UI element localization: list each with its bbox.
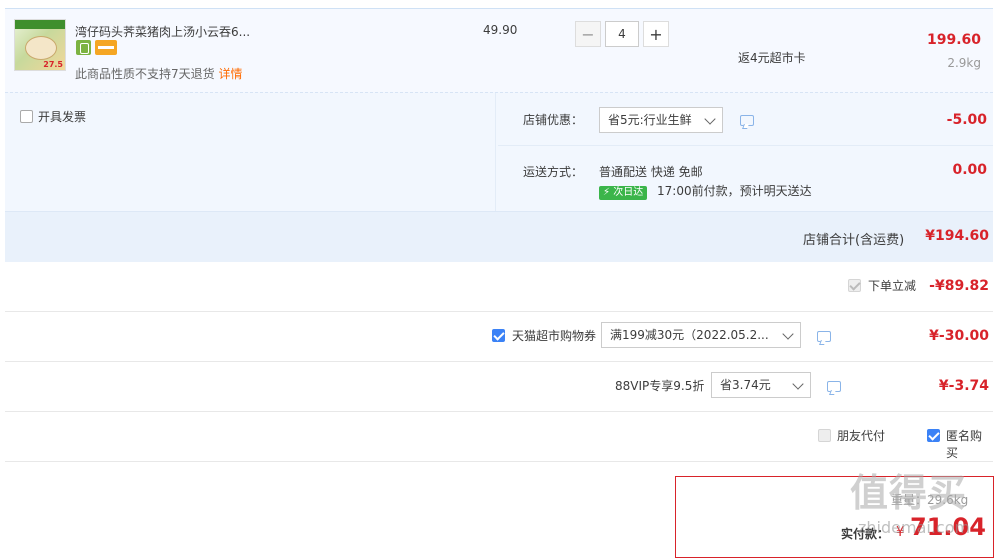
service-badge-icon <box>76 40 91 55</box>
payment-options-row: 朋友代付 匿名购买 <box>5 412 993 462</box>
next-day-badge-text: 次日达 <box>613 187 644 198</box>
item-weight: 2.9kg <box>947 56 981 70</box>
vip-value: 省3.74元 <box>720 378 771 392</box>
vip-select[interactable]: 省3.74元 <box>711 372 811 398</box>
instant-discount-row: 下单立减 -¥89.82 <box>5 262 993 312</box>
invoice-label: 开具发票 <box>38 110 87 124</box>
product-row: 27.5 湾仔码头荠菜猪肉上汤小云吞6... 此商品性质不支持7天退货 详情 4… <box>5 8 993 93</box>
coupon-label: 天猫超市购物券 <box>512 329 597 343</box>
instant-discount-checkbox <box>848 279 861 292</box>
instant-discount-label: 下单立减 <box>868 279 917 293</box>
quantity-increase-button[interactable]: + <box>643 21 669 47</box>
coupon-value: 满199减30元（2022.05.2... <box>610 328 769 342</box>
promo-text: 返4元超市卡 <box>738 51 806 65</box>
store-total-row: 店铺合计(含运费) ¥194.60 <box>5 211 993 262</box>
anonymous-checkbox[interactable] <box>927 429 940 442</box>
quantity-input[interactable]: 4 <box>605 21 639 47</box>
product-thumbnail[interactable]: 27.5 <box>14 19 66 71</box>
coupon-row: 天猫超市购物券 满199减30元（2022.05.2... ¥-30.00 <box>5 312 993 362</box>
store-discount-select[interactable]: 省5元:行业生鲜 <box>599 107 723 133</box>
coupon-checkbox[interactable] <box>492 329 505 342</box>
store-discount-amount: -5.00 <box>946 112 987 128</box>
store-discount-value: 省5元:行业生鲜 <box>608 113 692 127</box>
next-day-badge: ⚡ 次日达 <box>599 186 648 200</box>
site-watermark-url: zhidemai.com <box>858 518 971 537</box>
product-title[interactable]: 湾仔码头荠菜猪肉上汤小云吞6... <box>75 23 250 40</box>
chevron-down-icon <box>704 113 716 125</box>
friend-pay-label: 朋友代付 <box>837 429 886 443</box>
chat-icon[interactable] <box>827 381 841 392</box>
shipping-note: 17:00前付款，预计明天送达 <box>657 184 812 198</box>
friend-pay-checkbox[interactable] <box>818 429 831 442</box>
invoice-panel: 开具发票 <box>5 93 496 211</box>
chevron-down-icon <box>782 328 794 340</box>
instant-discount-amount: -¥89.82 <box>929 278 989 294</box>
quantity-decrease-button[interactable]: − <box>575 21 601 47</box>
site-watermark: 值得买 <box>850 471 968 515</box>
store-info-block: 开具发票 店铺优惠： 省5元:行业生鲜 -5.00 运送方式： 普通配送 快递 … <box>5 92 993 262</box>
store-total-amount: ¥194.60 <box>925 228 989 244</box>
shipping-method: 普通配送 快递 免邮 <box>599 165 703 179</box>
coupon-amount: ¥-30.00 <box>929 328 989 344</box>
card-badge-icon <box>95 40 117 55</box>
unit-price: 49.90 <box>483 23 518 37</box>
shipping-label: 运送方式： <box>523 165 584 179</box>
coupon-select[interactable]: 满199减30元（2022.05.2... <box>601 322 801 348</box>
store-options-panel: 店铺优惠： 省5元:行业生鲜 -5.00 运送方式： 普通配送 快递 免邮 ⚡ … <box>498 93 993 211</box>
shipping-eta: ⚡ 次日达 17:00前付款，预计明天送达 <box>599 182 812 200</box>
chevron-down-icon <box>792 378 804 390</box>
anonymous-label: 匿名购买 <box>946 429 983 460</box>
store-discount-label: 店铺优惠： <box>523 113 584 127</box>
vip-label: 88VIP专享9.5折 <box>615 379 705 393</box>
thumbnail-price: 27.5 <box>43 60 63 69</box>
vip-amount: ¥-3.74 <box>938 378 989 394</box>
item-subtotal: 199.60 <box>926 32 981 48</box>
invoice-checkbox[interactable] <box>20 110 33 123</box>
divider <box>498 145 993 146</box>
chat-icon[interactable] <box>817 331 831 342</box>
return-notice-detail-link[interactable]: 详情 <box>218 67 242 81</box>
thumbnail-band <box>15 20 65 29</box>
return-notice-text: 此商品性质不支持7天退货 <box>75 67 215 81</box>
chat-icon[interactable] <box>740 115 754 126</box>
thumbnail-bowl <box>25 36 57 60</box>
return-notice: 此商品性质不支持7天退货 详情 <box>75 65 242 82</box>
vip-row: 88VIP专享9.5折 省3.74元 ¥-3.74 <box>5 362 993 412</box>
shipping-amount: 0.00 <box>952 162 987 178</box>
store-total-label: 店铺合计(含运费) <box>803 233 905 248</box>
